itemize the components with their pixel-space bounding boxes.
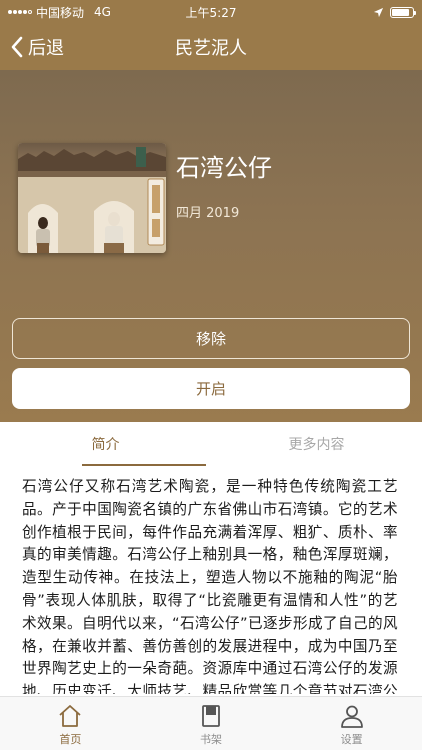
navigation-bar: 后退 民艺泥人	[0, 24, 422, 70]
tab-more-content-label: 更多内容	[288, 437, 345, 453]
book-date: 四月 2019	[176, 206, 240, 221]
open-button[interactable]: 开启	[12, 368, 410, 409]
tabbar-settings[interactable]: 设置	[281, 697, 422, 750]
cover-artwork	[18, 143, 166, 253]
book-cover-image	[18, 143, 166, 253]
battery-icon	[390, 6, 416, 18]
chevron-left-icon	[11, 36, 23, 58]
tab-intro[interactable]: 简介	[0, 422, 211, 466]
bottom-tab-bar: 首页 书架 设置	[0, 696, 422, 750]
network-type: 4G	[94, 5, 111, 19]
tabbar-home[interactable]: 首页	[0, 697, 141, 750]
book-header: 石湾公仔 四月 2019 移除 开启	[0, 70, 422, 422]
book-icon	[202, 705, 220, 727]
back-label: 后退	[28, 38, 64, 59]
book-title: 石湾公仔	[176, 154, 272, 182]
status-right	[274, 6, 416, 18]
location-arrow-icon	[373, 7, 384, 17]
back-button[interactable]: 后退	[10, 24, 64, 70]
user-icon	[340, 705, 363, 728]
status-bar: 中国移动 4G 上午5:27	[0, 0, 422, 24]
tab-intro-label: 简介	[91, 437, 120, 453]
remove-button[interactable]: 移除	[12, 318, 410, 359]
status-time: 上午5:27	[185, 5, 237, 20]
home-icon	[59, 705, 81, 727]
tab-more-content[interactable]: 更多内容	[211, 422, 422, 466]
tabbar-settings-label: 设置	[340, 733, 363, 746]
battery-level	[392, 8, 409, 16]
carrier-name: 中国移动	[36, 5, 85, 20]
status-left: 中国移动 4G	[8, 4, 148, 21]
intro-text: 石湾公仔又称石湾艺术陶瓷，是一种特色传统陶瓷工艺品。产于中国陶瓷名镇的广东省佛山…	[22, 478, 398, 694]
signal-strength-icon	[8, 10, 32, 14]
tabbar-bookshelf[interactable]: 书架	[141, 697, 282, 750]
tabbar-home-label: 首页	[59, 733, 82, 746]
content-tabs: 简介 更多内容	[0, 422, 422, 466]
tabbar-bookshelf-label: 书架	[200, 733, 222, 746]
